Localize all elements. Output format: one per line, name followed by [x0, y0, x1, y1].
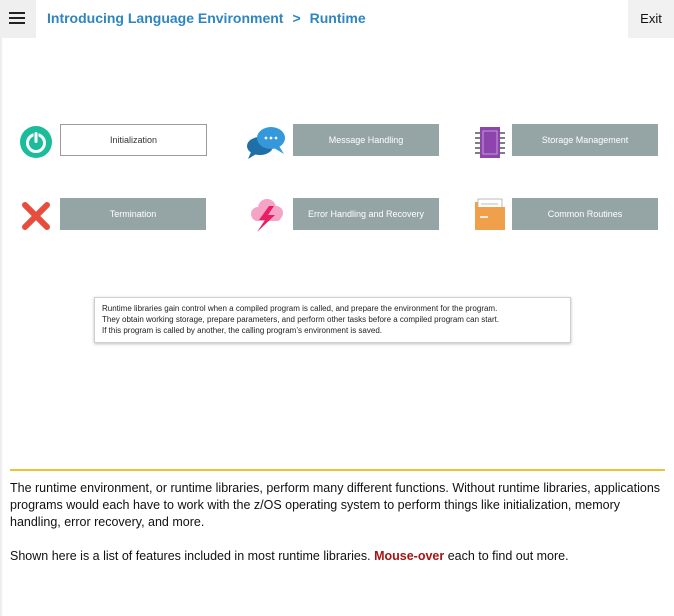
- mouse-over-highlight: Mouse-over: [374, 549, 445, 563]
- x-mark-icon: [18, 198, 54, 234]
- instruction-suffix: each to find out more.: [444, 549, 569, 563]
- breadcrumb-separator: >: [292, 10, 301, 26]
- storm-cloud-icon: [245, 196, 287, 232]
- description-line: They obtain working storage, prepare par…: [102, 315, 500, 324]
- description-line: Runtime libraries gain control when a co…: [102, 304, 498, 313]
- feature-common-routines[interactable]: Common Routines: [512, 198, 658, 230]
- memory-chip-icon: [472, 124, 508, 160]
- breadcrumb: Introducing Language Environment > Runtime: [47, 10, 366, 26]
- feature-error-handling-and-recovery[interactable]: Error Handling and Recovery: [293, 198, 439, 230]
- intro-paragraph: The runtime environment, or runtime libr…: [10, 481, 661, 529]
- feature-storage-management[interactable]: Storage Management: [512, 124, 658, 156]
- feature-description-box: Runtime libraries gain control when a co…: [94, 297, 571, 343]
- breadcrumb-item-current: Runtime: [309, 10, 366, 26]
- power-icon: [18, 124, 54, 160]
- folder-icon: [472, 196, 508, 232]
- feature-message-handling[interactable]: Message Handling: [293, 124, 439, 156]
- exit-button[interactable]: Exit: [628, 0, 674, 38]
- description-line: If this program is called by another, th…: [102, 326, 382, 335]
- instruction-paragraph: Shown here is a list of features include…: [10, 548, 665, 565]
- instruction-text: The runtime environment, or runtime libr…: [10, 480, 665, 582]
- feature-initialization[interactable]: Initialization: [60, 124, 207, 156]
- section-divider: [10, 469, 665, 471]
- header-bar: Introducing Language Environment > Runtime…: [0, 0, 674, 38]
- menu-icon[interactable]: [0, 0, 36, 38]
- left-edge-shadow: [0, 38, 3, 616]
- instruction-prefix: Shown here is a list of features include…: [10, 549, 375, 563]
- feature-termination[interactable]: Termination: [60, 198, 206, 230]
- breadcrumb-item-course[interactable]: Introducing Language Environment: [47, 10, 283, 26]
- speech-bubbles-icon: [245, 124, 287, 160]
